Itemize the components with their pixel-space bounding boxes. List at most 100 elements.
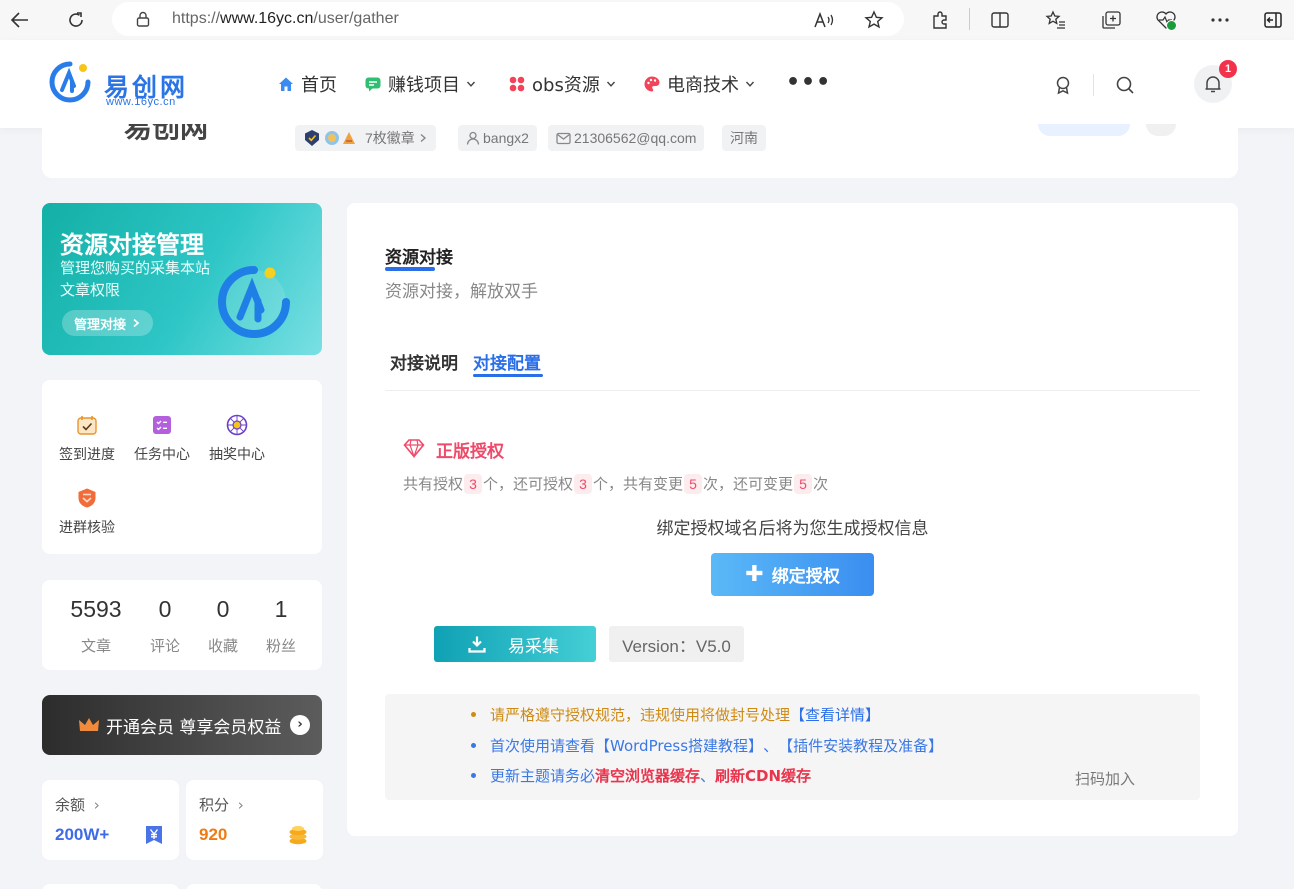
points-card[interactable]: 积分 › 920 [186,780,323,860]
license-title: 正版授权 [436,442,504,462]
card-stub [42,884,179,889]
stat-value: 5593 [70,596,122,622]
notice-text: 首次使用请查看 [490,737,596,755]
nav-more-button[interactable]: ••• [786,72,831,94]
browser-toolbar: https://www.16yc.cn/user/gather [0,0,1294,40]
chevron-right-icon [420,133,426,143]
quick-link-checkin[interactable]: 签到进度 [52,414,122,464]
stat-comments[interactable]: 0 评论 [135,596,195,656]
notice-text: 请严格遵守授权规范，违规使用将做封号处理 [490,706,791,724]
chevron-down-icon [606,81,615,87]
points-label: 积分 [199,796,230,814]
wordpress-tutorial-link[interactable]: 【WordPress搭建教程】 [595,735,763,756]
favorites-list-icon[interactable] [1042,6,1070,34]
notice-text: 、 [700,767,716,785]
license-quota-line: 共有授权 3 个，还可授权 3 个，共有变更 5 次，还可变更 5 次 [403,473,828,494]
bind-license-label: 绑定授权 [771,567,840,587]
stat-label: 文章 [80,637,111,655]
notice-item-cache: 更新主题请务必 清空浏览器缓存 、 刷新CDN缓存 [471,765,811,786]
quick-link-lottery[interactable]: 抽奖中心 [202,414,272,464]
plugin-install-tutorial-link[interactable]: 【插件安装教程及准备】 [778,735,943,756]
region-tag: 河南 [722,125,766,151]
lottery-wheel-icon [226,414,248,436]
notice-item-policy: 请严格遵守授权规范，违规使用将做封号处理 【查看详情】 [471,704,880,725]
quick-links-card: 签到进度 任务中心 抽奖中心 进群核验 [42,380,322,554]
download-plugin-button[interactable]: 易采集 [434,626,596,662]
more-options-icon[interactable] [1206,6,1234,34]
lock-icon [136,11,150,27]
nav-label-obs: obs资源 [532,75,600,96]
stat-followers[interactable]: 1 粉丝 [251,596,311,656]
nav-item-earn[interactable]: 赚钱项目 [364,72,476,96]
chevron-right-icon: › [93,796,100,814]
scan-to-join-text[interactable]: 扫码加入 [1075,768,1135,789]
refresh-icon[interactable] [62,6,90,34]
medal-icon[interactable] [1053,75,1073,95]
address-bar[interactable]: https://www.16yc.cn/user/gather [112,2,904,36]
quick-link-label: 抽奖中心 [209,447,265,463]
medals-tag[interactable]: 7枚徽章 [295,125,436,151]
quota-text: 个，还可授权 [483,475,574,493]
bullet-dot [471,773,476,778]
download-icon [468,636,486,653]
vip-banner-text: 开通会员 尊享会员权益 [106,717,282,738]
username: bangx2 [483,130,529,146]
nav-item-ecommerce[interactable]: 电商技术 [643,72,755,96]
stat-posts[interactable]: 5593 文章 [66,596,126,656]
quota-text: 个，共有变更 [593,475,684,493]
promo-logo-icon [218,266,290,338]
follow-button[interactable] [1038,124,1130,136]
nav-item-obs[interactable]: obs资源 [508,72,616,96]
quota-text: 共有授权 [403,475,464,493]
chevron-right-icon: › [237,796,244,814]
balance-label-row: 余额 › [55,794,100,815]
collections-icon[interactable] [1097,6,1125,34]
nav-item-home[interactable]: 首页 [277,72,337,96]
tab-integration-guide[interactable]: 对接说明 [390,349,458,374]
stat-favorites[interactable]: 0 收藏 [193,596,253,656]
yuan-wallet-icon [146,826,162,844]
bind-license-button[interactable]: ✚ 绑定授权 [711,553,874,596]
read-aloud-icon[interactable] [810,6,838,34]
extensions-icon[interactable] [926,6,954,34]
resource-promo-banner[interactable]: 资源对接管理 管理您购买的采集本站文章权限 管理对接 [42,203,322,355]
balance-value: 200W+ [55,825,110,844]
chat-icon [365,77,381,92]
favorite-star-icon[interactable] [860,6,888,34]
manage-integration-button[interactable]: 管理对接 [62,310,154,336]
active-tab-indicator [473,374,543,377]
quick-link-label: 进群核验 [59,520,115,536]
email-tag: 21306562@qq.com [548,125,705,151]
site-logo-icon[interactable] [48,60,92,104]
sidebar-toggle-icon[interactable] [1259,6,1287,34]
manage-integration-label: 管理对接 [74,317,127,333]
header-divider [1093,74,1094,96]
view-details-link[interactable]: 【查看详情】 [790,704,880,725]
balance-label: 余额 [55,796,86,814]
profile-card: 易创网 7枚徽章 bangx2 21306562@qq.com 河南 [42,124,1238,178]
crown-icon [79,718,99,731]
vip-membership-banner[interactable]: 开通会员 尊享会员权益 › [42,695,322,755]
quick-link-group-verify[interactable]: 进群核验 [52,487,122,537]
profile-more-button[interactable] [1146,124,1176,136]
quick-link-label: 任务中心 [134,447,190,463]
medals-count: 7枚徽章 [365,130,415,146]
stat-value: 1 [274,596,288,622]
notice-box: 请严格遵守授权规范，违规使用将做封号处理 【查看详情】 首次使用请查看 【Wor… [385,694,1200,800]
palette-icon [644,76,660,92]
clear-browser-cache-text: 清空浏览器缓存 [595,767,701,785]
search-icon[interactable] [1115,75,1135,95]
browser-health-icon[interactable] [1152,6,1180,34]
points-label-row: 积分 › [199,794,244,815]
card-stub [186,884,322,889]
tab-integration-config[interactable]: 对接配置 [473,349,541,374]
region: 河南 [730,130,758,146]
quick-link-tasks[interactable]: 任务中心 [127,414,197,464]
balance-card[interactable]: 余额 › 200W+ [42,780,179,860]
mail-icon [556,132,571,144]
split-screen-icon[interactable] [986,6,1014,34]
back-arrow-icon[interactable] [6,6,34,34]
points-value: 920 [199,825,228,844]
stat-label: 评论 [149,637,180,655]
license-total-count: 3 [464,473,483,494]
